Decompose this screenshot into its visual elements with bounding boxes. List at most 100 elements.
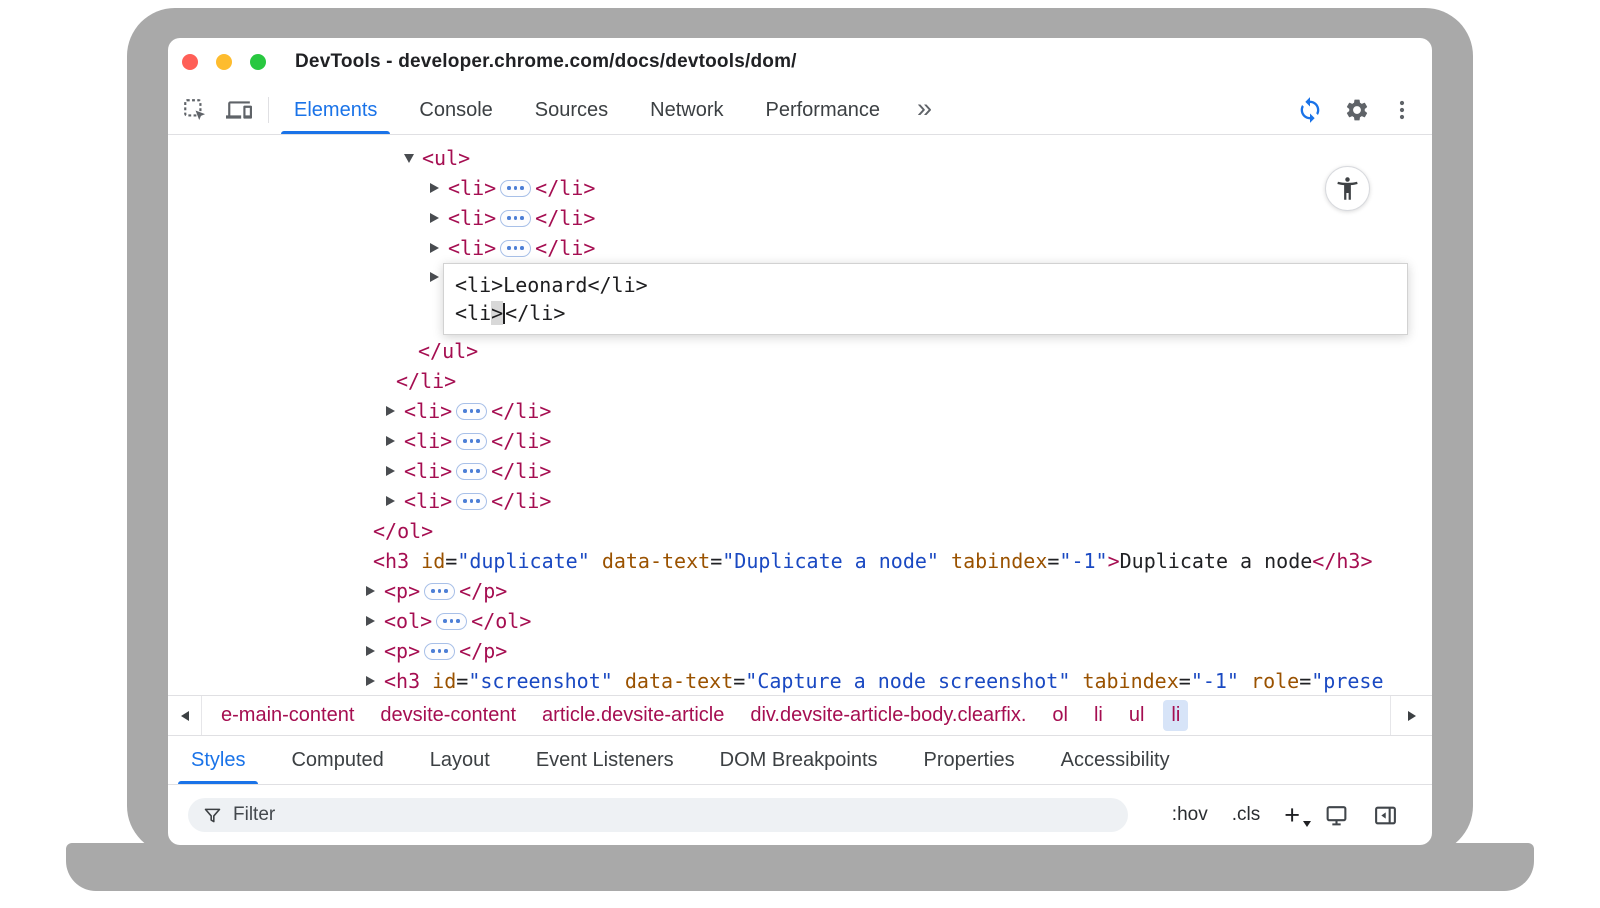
devtools-window: DevTools - developer.chrome.com/docs/dev… <box>168 38 1432 845</box>
sidebar-tab-accessibility[interactable]: Accessibility <box>1038 736 1193 784</box>
breadcrumb-item[interactable]: ul <box>1129 704 1145 727</box>
tree-row[interactable]: </ol> <box>168 516 1432 546</box>
expand-arrow-right-icon[interactable] <box>366 586 384 596</box>
expand-arrow-down-icon[interactable] <box>404 154 422 163</box>
expand-arrow-right-icon[interactable] <box>386 496 404 506</box>
dock-sidebar-icon[interactable] <box>1373 803 1398 828</box>
filter-field[interactable] <box>188 798 1128 832</box>
tree-row[interactable]: </li> <box>168 366 1432 396</box>
tree-row[interactable]: <li></li> <box>168 426 1432 456</box>
expand-inline-button[interactable] <box>456 433 487 450</box>
code-attr-name: id <box>421 549 445 573</box>
sidebar-tab-layout[interactable]: Layout <box>407 736 513 784</box>
expand-arrow-right-icon[interactable] <box>366 616 384 626</box>
tree-row[interactable]: <h3 id="screenshot" data-text="Capture a… <box>168 666 1432 695</box>
expand-inline-button[interactable] <box>436 613 467 630</box>
breadcrumb-item[interactable]: li <box>1094 704 1103 727</box>
tree-row[interactable]: <ol></ol> <box>168 606 1432 636</box>
sidebar-tab-computed[interactable]: Computed <box>268 736 406 784</box>
tree-row[interactable]: <li></li> <box>168 203 1432 233</box>
inspect-icon[interactable] <box>182 97 208 123</box>
tree-row[interactable]: <li></li> <box>168 173 1432 203</box>
tree-row[interactable]: <li></li> <box>168 233 1432 263</box>
device-toolbar-icon[interactable] <box>226 97 252 123</box>
minimize-button[interactable] <box>216 54 232 70</box>
expand-arrow-right-icon[interactable] <box>366 646 384 656</box>
breadcrumb-item[interactable]: li <box>1163 700 1188 731</box>
expand-inline-button[interactable] <box>424 583 455 600</box>
tab-sources[interactable]: Sources <box>514 86 629 134</box>
laptop-base <box>66 843 1534 891</box>
code-attr-name: id <box>432 669 456 693</box>
plus-icon: + <box>1284 800 1300 830</box>
code-tag: <li> <box>448 236 496 260</box>
sidebar-tab-event-listeners[interactable]: Event Listeners <box>513 736 697 784</box>
element-classes-button[interactable]: .cls <box>1232 804 1261 826</box>
more-tabs-button[interactable]: » <box>901 86 948 134</box>
breadcrumb-item[interactable]: e-main-content <box>221 704 354 727</box>
tree-row[interactable]: <li></li> <box>168 486 1432 516</box>
tab-performance[interactable]: Performance <box>745 86 902 134</box>
code-text: = <box>1299 669 1311 693</box>
expand-arrow-right-icon[interactable] <box>386 406 404 416</box>
expand-inline-button[interactable] <box>500 180 531 197</box>
filter-input[interactable] <box>233 804 1114 826</box>
accessibility-button[interactable] <box>1325 166 1370 211</box>
expand-arrow-right-icon[interactable] <box>430 243 448 253</box>
edit-as-html-box[interactable]: <li>Leonard</li><li></li> <box>443 263 1408 335</box>
tree-row[interactable]: <li></li> <box>168 396 1432 426</box>
triangle-icon <box>366 646 375 656</box>
close-button[interactable] <box>182 54 198 70</box>
more-options-icon[interactable] <box>1390 98 1414 122</box>
new-style-rule-button[interactable]: + <box>1284 802 1300 829</box>
zoom-button[interactable] <box>250 54 266 70</box>
expand-arrow-right-icon[interactable] <box>366 676 384 686</box>
tab-network[interactable]: Network <box>629 86 744 134</box>
expand-inline-button[interactable] <box>456 403 487 420</box>
toggle-element-state-button[interactable]: :hov <box>1172 804 1208 826</box>
breadcrumb-item[interactable]: article.devsite-article <box>542 704 724 727</box>
tree-row[interactable]: <ul> <box>168 143 1432 173</box>
settings-gear-icon[interactable] <box>1344 97 1370 123</box>
edit-line: <li></li> <box>455 299 1396 327</box>
tab-elements[interactable]: Elements <box>273 86 398 134</box>
expand-arrow-right-icon[interactable] <box>386 466 404 476</box>
expand-arrow-right-icon[interactable] <box>430 183 448 193</box>
sidebar-tab-properties[interactable]: Properties <box>901 736 1038 784</box>
code-text: = <box>710 549 722 573</box>
expand-arrow-right-icon[interactable] <box>430 213 448 223</box>
toolbar-right-icons <box>1296 86 1432 134</box>
breadcrumb-item[interactable]: devsite-content <box>380 704 516 727</box>
expand-inline-button[interactable] <box>500 240 531 257</box>
triangle-icon <box>404 154 414 163</box>
breadcrumb-bar: e-main-content devsite-content article.dev… <box>168 695 1432 735</box>
expand-inline-button[interactable] <box>456 463 487 480</box>
expand-inline-button[interactable] <box>500 210 531 227</box>
rendering-monitor-icon[interactable] <box>1324 803 1349 828</box>
tree-row[interactable]: <p></p> <box>168 636 1432 666</box>
triangle-icon <box>430 183 439 193</box>
expand-inline-button[interactable] <box>456 493 487 510</box>
code-tag: </li> <box>535 176 595 200</box>
tree-row[interactable]: <p></p> <box>168 576 1432 606</box>
sidebar-tab-dom-breakpoints[interactable]: DOM Breakpoints <box>697 736 901 784</box>
tree-row[interactable]: <li>Leonard</li><li></li> <box>168 263 1432 336</box>
tab-console[interactable]: Console <box>398 86 513 134</box>
sync-icon[interactable] <box>1296 96 1324 124</box>
styles-pane-controls: :hov .cls + <box>1172 802 1398 829</box>
tree-row[interactable]: <li> <box>168 135 1432 143</box>
breadcrumb-item[interactable]: ol <box>1052 704 1068 727</box>
code-attr-value: "-1" <box>1191 669 1239 693</box>
sidebar-tab-styles[interactable]: Styles <box>168 736 268 784</box>
breadcrumb-scroll-left-button[interactable] <box>168 696 202 735</box>
tree-row[interactable]: <h3 id="duplicate" data-text="Duplicate … <box>168 546 1432 576</box>
breadcrumb-scroll-right-button[interactable] <box>1390 696 1432 735</box>
tree-row[interactable]: <li></li> <box>168 456 1432 486</box>
toolbar-divider <box>268 97 269 123</box>
expand-arrow-right-icon[interactable] <box>386 436 404 446</box>
code-tag: </li> <box>396 369 456 393</box>
expand-inline-button[interactable] <box>424 643 455 660</box>
code-text: = <box>445 549 457 573</box>
tree-row[interactable]: </ul> <box>168 336 1432 366</box>
breadcrumb-item[interactable]: div.devsite-article-body.clearfix. <box>750 704 1026 727</box>
